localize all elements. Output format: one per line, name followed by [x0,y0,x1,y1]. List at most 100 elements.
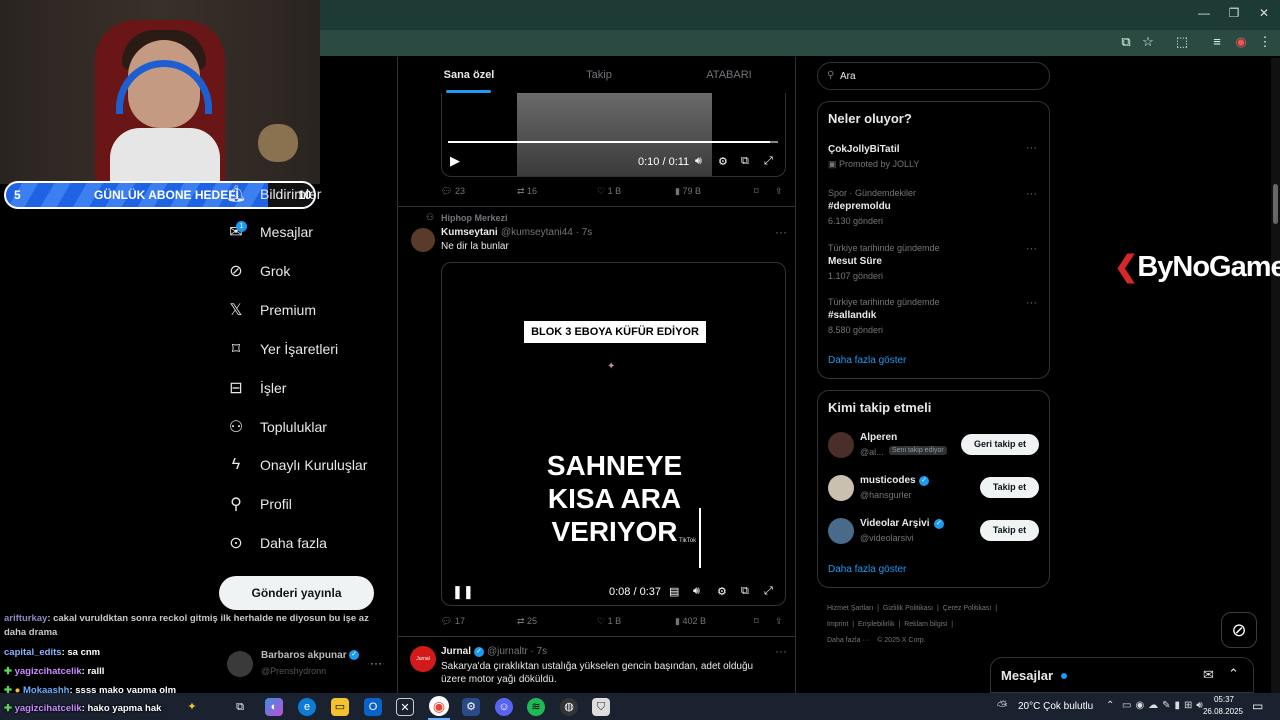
pip-icon[interactable]: ⧉ [741,585,749,598]
post2-replies[interactable]: 💬︎ 17 [441,616,465,627]
profile-icon[interactable]: ◉ [1232,34,1250,50]
captions-icon[interactable]: ▤ [669,585,679,598]
trend-more-icon[interactable]: ··· [1026,297,1037,309]
nav-verified-orgs[interactable]: ϟ Onaylı Kuruluşlar [226,449,368,481]
post2-handle[interactable]: @kumseytani44 · 7s [501,227,592,238]
post1-share-icon[interactable]: ⇪ [775,186,783,197]
file-explorer-icon[interactable]: ▭ [331,698,349,716]
account-avatar[interactable] [227,651,253,677]
wtf-name[interactable]: Alperen [860,432,897,443]
chrome-icon[interactable]: ◉ [429,696,449,716]
volume-icon[interactable]: 🔊︎ [693,585,700,598]
trend-item[interactable]: Spor · Gündemdekiler #depremoldu 6.130 g… [818,184,1049,236]
post2-name[interactable]: Kumseytani [441,227,498,238]
minimize-button[interactable]: — [1189,6,1219,20]
nav-profile[interactable]: ⚲ Profil [226,488,292,520]
tab-for-you[interactable]: Sana özel [404,57,534,93]
avatar[interactable] [828,432,854,458]
post2-views[interactable]: ▮ 402 B [675,616,706,627]
tray-icons[interactable]: ▭◉☁✎▮⊞🔊︎ [1122,700,1207,711]
trends-show-more[interactable]: Daha fazla göster [828,355,906,366]
settings-icon[interactable]: ⚙ [718,155,728,168]
post1-likes[interactable]: ♡ 1 B [597,186,621,197]
expand-icon[interactable]: ⌃ [1228,666,1239,682]
avatar[interactable] [828,475,854,501]
app-shield-icon[interactable]: ⛉ [592,698,610,716]
tray-chevron-icon[interactable]: ⌃ [1106,700,1114,711]
weather-text[interactable]: 20°C Çok bulutlu [1018,701,1093,712]
task-view-icon[interactable]: ⧉ [231,698,249,716]
nav-premium[interactable]: 𝕏 Premium [226,294,316,326]
post2-bookmark-icon[interactable]: ⌑ [754,616,759,627]
pip-icon[interactable]: ⧉ [741,155,749,168]
post2-more-icon[interactable]: ··· [775,225,787,239]
post3-more-icon[interactable]: ··· [775,644,787,658]
post2-likes[interactable]: ♡ 1 B [597,616,621,627]
search-input[interactable]: ⚲ Ara [817,62,1050,90]
follow-button[interactable]: Takip et [980,477,1039,498]
grok-float-icon[interactable]: ⊘ [1221,612,1257,648]
wtf-name[interactable]: Videolar Arşivi [860,518,929,529]
fullscreen-icon[interactable]: ⤢ [764,585,773,598]
clock-date[interactable]: 26.08.2025 [1200,707,1246,716]
outlook-icon[interactable]: O [364,698,382,716]
avatar[interactable] [828,518,854,544]
trend-more-icon[interactable]: ··· [1026,243,1037,255]
post2-share-icon[interactable]: ⇪ [775,616,783,627]
wtf-show-more[interactable]: Daha fazla göster [828,564,906,575]
maximize-button[interactable]: ❐ [1219,6,1249,20]
media-icon[interactable]: ≡ [1208,34,1226,49]
star-icon[interactable]: ☆ [1139,34,1157,50]
trend-more-icon[interactable]: ··· [1026,142,1037,154]
post1-views[interactable]: ▮ 79 B [675,186,701,197]
install-icon[interactable]: ⧉ [1117,34,1135,50]
discord-icon[interactable]: ☺ [495,698,513,716]
trend-item[interactable]: Türkiye tarihinde gündemde Mesut Süre 1.… [818,239,1049,291]
trend-item[interactable]: Türkiye tarihinde gündemde #sallandık 8.… [818,293,1049,345]
obs-icon[interactable]: ◍ [560,698,578,716]
scrollbar[interactable] [1271,58,1280,693]
fullscreen-icon[interactable]: ⤢ [764,155,773,168]
sparkle-icon[interactable]: ✦ [183,698,201,716]
extensions-icon[interactable]: ⬚ [1173,34,1191,50]
tab-following[interactable]: Takip [534,57,664,93]
post1-bookmark-icon[interactable]: ⌑ [754,186,759,197]
pause-icon[interactable]: ❚❚ [452,584,474,600]
post1-reposts[interactable]: ⇄ 16 [517,186,537,197]
tab-atabari[interactable]: ATABARI [664,57,794,93]
nav-communities[interactable]: ⚇ Topluluklar [226,411,327,443]
play-icon[interactable]: ▶ [450,153,460,169]
nav-jobs[interactable]: ⊟ İşler [226,372,286,404]
new-message-icon[interactable]: ✉ [1203,667,1214,683]
copilot-icon[interactable]: ◐ [265,698,283,716]
menu-icon[interactable]: ⋮ [1256,34,1274,50]
spotify-icon[interactable]: ≋ [527,698,545,716]
wtf-name[interactable]: musticodes [860,475,916,486]
follow-back-button[interactable]: Geri takip et [961,434,1039,455]
steam-icon[interactable]: ⚙ [462,698,480,716]
nav-bookmarks[interactable]: ⌑ Yer İşaretleri [226,333,338,365]
nav-grok[interactable]: ⊘ Grok [226,255,290,287]
nav-more[interactable]: ⊙ Daha fazla [226,527,327,559]
post2-avatar[interactable] [411,228,435,252]
settings-icon[interactable]: ⚙ [717,585,727,598]
post2-video[interactable]: BLOK 3 EBOYA KÜFÜR EDİYOR ✦ SAHNEYE KISA… [441,262,786,606]
post1-progress[interactable] [448,141,770,143]
volume-icon[interactable]: 🔊︎ [695,155,702,168]
close-window-button[interactable]: ✕ [1249,6,1279,20]
post2-reposts[interactable]: ⇄ 25 [517,616,537,627]
xbox-icon[interactable]: ✕ [396,698,414,716]
post-button[interactable]: Gönderi yayınla [219,576,374,610]
trend-more-icon[interactable]: ··· [1026,188,1037,200]
post1-video[interactable]: ▶ 0:10 / 0:11 🔊︎ ⚙ ⧉ ⤢ [441,93,786,177]
notification-icon[interactable]: ▭ [1252,699,1263,713]
nav-notifications[interactable]: 🔔︎ Bildirimler [226,178,321,210]
post3-avatar[interactable]: Jurnal [410,646,436,672]
messages-drawer[interactable]: Mesajlar ✉ ⌃ [990,657,1254,693]
account-more-icon[interactable]: ··· [370,656,382,670]
follow-button[interactable]: Takip et [980,520,1039,541]
post3-name[interactable]: Jurnal [441,646,471,657]
post1-replies[interactable]: 💬︎ 23 [441,186,465,197]
edge-icon[interactable]: e [298,698,316,716]
clock-time[interactable]: 05:37 [1204,695,1244,704]
